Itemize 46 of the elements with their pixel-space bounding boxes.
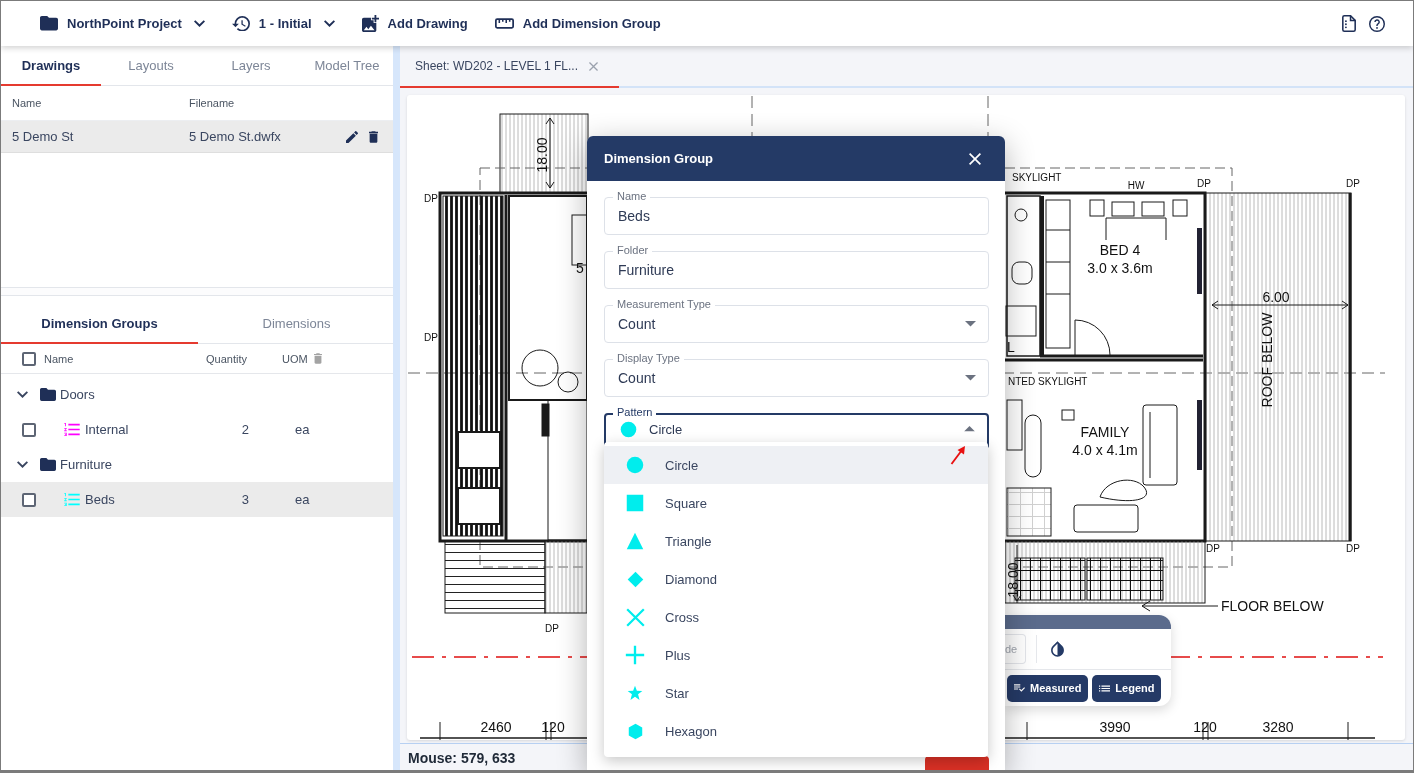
plan-label: FAMILY: [1080, 424, 1130, 440]
plan-label: HW: [1127, 179, 1145, 191]
dialog-title: Dimension Group: [604, 151, 714, 166]
plan-label: 3280: [1262, 719, 1294, 735]
column-header: UOM: [282, 352, 308, 365]
group-name: Beds: [85, 492, 115, 507]
plan-label: 2460: [480, 719, 512, 735]
field-label: Display Type: [613, 352, 684, 365]
plan-label: 4.0 x 4.1m: [1072, 442, 1138, 458]
plan-label: 3.0 x 3.6m: [1087, 260, 1153, 276]
plan-label: L: [1007, 339, 1015, 355]
plan-label: ROOF BELOW: [1259, 312, 1275, 408]
plan-label: 18.00: [534, 137, 550, 173]
plan-label: DP: [424, 192, 438, 204]
column-header: Filename: [189, 97, 236, 109]
plan-label: DP: [424, 331, 438, 343]
field-label: Pattern: [613, 406, 657, 419]
plan-label: 18.00: [1005, 562, 1021, 598]
group-name: Internal: [85, 422, 129, 437]
uom-cell: ea: [295, 492, 310, 507]
quantity-cell-text: 3: [240, 492, 249, 507]
plan-label: SKYLIGHT: [1012, 171, 1062, 183]
plan-label: DP: [1346, 542, 1360, 554]
plan-label: NTED SKYLIGHT: [1008, 375, 1088, 387]
plan-label: DP: [545, 622, 559, 634]
plan-label: 5: [576, 260, 584, 276]
plan-label: 120: [541, 719, 565, 735]
table-cell-text: 5 Demo St: [11, 129, 75, 144]
column-header: Quantity: [206, 352, 248, 365]
plan-label: 6.00: [1262, 289, 1290, 305]
mouse-coordinates: Mouse: 579, 633: [408, 750, 516, 766]
plan-label: DP: [1346, 177, 1360, 189]
column-header: Name: [11, 97, 43, 109]
plan-label: FLOOR BELOW: [1221, 598, 1324, 614]
uom-cell: ea: [295, 422, 310, 437]
field-label: Measurement Type: [613, 298, 715, 311]
plan-label: DP: [1197, 177, 1211, 189]
plan-label: 120: [1193, 719, 1217, 735]
column-header: Name: [44, 352, 75, 365]
plan-label: DP: [1206, 542, 1220, 554]
plan-label: 3990: [1099, 719, 1131, 735]
field-label: Name: [613, 190, 651, 203]
quantity-cell-text: 2: [240, 422, 249, 437]
plan-label: BED 4: [1099, 242, 1141, 258]
table-cell-text: 5 Demo St.dwfx: [189, 129, 282, 144]
field-label: Folder: [613, 244, 653, 257]
